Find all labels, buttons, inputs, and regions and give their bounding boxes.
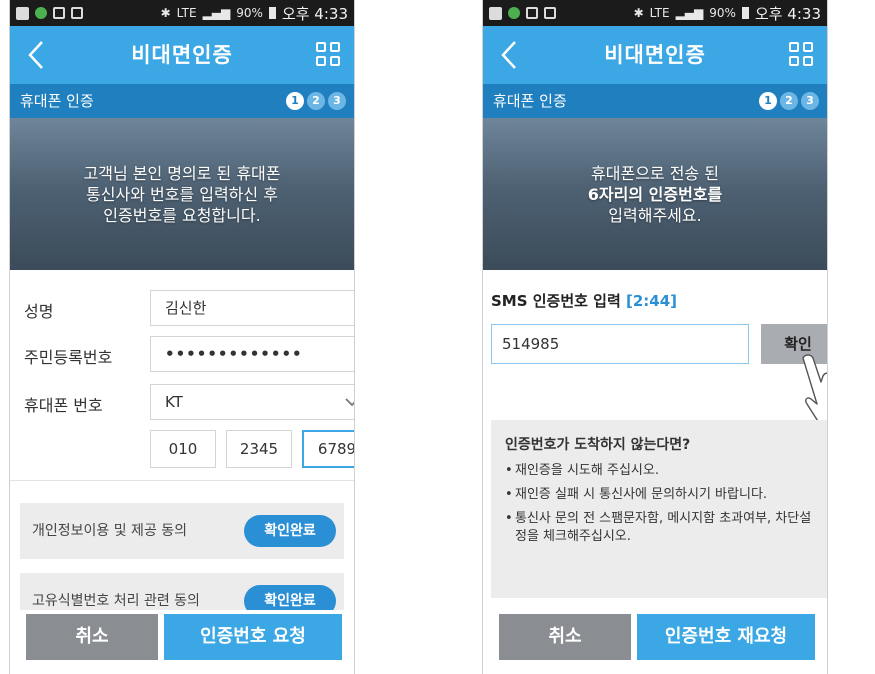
carrier-value: KT — [165, 393, 183, 411]
flipboard-icon — [71, 7, 83, 19]
menu-grid-icon[interactable] — [316, 42, 342, 68]
step-title: 휴대폰 인증 — [493, 92, 567, 110]
sms-label-text: SMS 인증번호 입력 — [491, 292, 621, 310]
cancel-button[interactable]: 취소 — [26, 614, 158, 660]
agreement-confirm-button[interactable]: 확인완료 — [244, 515, 336, 547]
notice-title: 인증번호가 도착하지 않는다면? — [505, 437, 691, 453]
name-input[interactable]: 김신한 — [150, 290, 354, 326]
bullet-icon: • — [505, 511, 513, 526]
step-2: 2 — [780, 92, 798, 110]
flipboard-icon — [544, 7, 556, 19]
notice-item: • 재인증 실패 시 통신사에 문의하시기 바랍니다. — [505, 486, 821, 504]
rrn-row: 주민등록번호 ••••••••••••• — [10, 336, 354, 372]
lte-indicator: LTE — [649, 6, 670, 20]
step-2: 2 — [307, 92, 325, 110]
step-1: 1 — [286, 92, 304, 110]
chevron-down-icon — [345, 398, 354, 407]
hero-line-3: 인증번호를 요청합니다. — [103, 205, 261, 225]
gallery-icon — [526, 7, 538, 19]
bottom-action-bar: 취소 인증번호 요청 — [10, 610, 354, 674]
carrier-select[interactable]: KT — [150, 384, 354, 420]
notification-icon — [16, 6, 29, 20]
cancel-button[interactable]: 취소 — [499, 614, 631, 660]
phone-number-row: 010 2345 6789 — [10, 430, 354, 468]
app-status-icon — [35, 7, 47, 19]
sms-code-label: SMS 인증번호 입력 [2:44] — [491, 290, 677, 311]
sms-timer: [2:44] — [626, 292, 678, 310]
request-code-button[interactable]: 인증번호 요청 — [164, 614, 342, 660]
step-title: 휴대폰 인증 — [20, 92, 94, 110]
status-bar: ✱ LTE ▂▄▆ 90% 오후 4:33 — [483, 0, 827, 26]
step-3: 3 — [801, 92, 819, 110]
signal-icon: ▂▄▆ — [202, 6, 231, 20]
notice-box: 인증번호가 도착하지 않는다면? • 재인증을 시도해 주십시오. • 재인증 … — [491, 420, 827, 598]
app-bar: 비대면인증 — [483, 26, 827, 84]
phone-part-2[interactable]: 2345 — [226, 430, 292, 468]
agreement-row: 개인정보이용 및 제공 동의 확인완료 — [20, 503, 344, 559]
step-bar: 휴대폰 인증 1 2 3 — [10, 84, 354, 118]
agreement-label: 개인정보이용 및 제공 동의 — [32, 523, 188, 539]
step-1: 1 — [759, 92, 777, 110]
notice-item-text: 재인증을 시도해 주십시오. — [515, 463, 659, 478]
battery-percent: 90% — [709, 6, 736, 20]
agreement-list: 개인정보이용 및 제공 동의 확인완료 고유식별번호 처리 관련 동의 확인완료 — [10, 480, 354, 629]
phone-screen-right: ✱ LTE ▂▄▆ 90% 오후 4:33 비대면인증 휴대폰 인증 1 2 3… — [482, 0, 828, 674]
app-bar: 비대면인증 — [10, 26, 354, 84]
gallery-icon — [53, 7, 65, 19]
app-title: 비대면인증 — [604, 43, 706, 67]
phone-row: 휴대폰 번호 KT — [10, 384, 354, 420]
rrn-label: 주민등록번호 — [24, 348, 113, 367]
rrn-input[interactable]: ••••••••••••• — [150, 336, 354, 372]
signal-icon: ▂▄▆ — [675, 6, 704, 20]
step-bar: 휴대폰 인증 1 2 3 — [483, 84, 827, 118]
notice-item-text: 재인증 실패 시 통신사에 문의하시기 바랍니다. — [515, 487, 768, 502]
hero-line-1: 고객님 본인 명의로 된 휴대폰 — [83, 163, 281, 183]
app-status-icon — [508, 7, 520, 19]
hero-banner: 휴대폰으로 전송 된 6자리의 인증번호를 입력해주세요. — [483, 118, 827, 270]
hero-line-2: 6자리의 인증번호를 — [587, 184, 723, 204]
bullet-icon: • — [505, 487, 513, 502]
step-indicator: 1 2 3 — [286, 92, 346, 110]
app-title: 비대면인증 — [131, 43, 233, 67]
battery-percent: 90% — [236, 6, 263, 20]
hero-line-3: 입력해주세요. — [608, 205, 702, 225]
name-label: 성명 — [24, 302, 54, 321]
name-row: 성명 김신한 — [10, 290, 354, 326]
bluetooth-icon: ✱ — [633, 6, 644, 20]
notice-item: • 통신사 문의 전 스팸문자함, 메시지함 초과여부, 차단설정을 체크해주십… — [505, 510, 821, 546]
phone-part-3[interactable]: 6789 — [302, 430, 354, 468]
battery-icon — [741, 7, 749, 19]
bluetooth-icon: ✱ — [160, 6, 171, 20]
notice-item-text: 통신사 문의 전 스팸문자함, 메시지함 초과여부, 차단설정을 체크해주십시오… — [515, 511, 812, 544]
menu-grid-icon[interactable] — [789, 42, 815, 68]
bottom-action-bar: 취소 인증번호 재요청 — [483, 610, 827, 674]
resend-code-button[interactable]: 인증번호 재요청 — [637, 614, 815, 660]
sms-code-input[interactable]: 514985 — [491, 324, 749, 364]
hero-banner: 고객님 본인 명의로 된 휴대폰 통신사와 번호를 입력하신 후 인증번호를 요… — [10, 118, 354, 270]
phone-label: 휴대폰 번호 — [24, 396, 103, 415]
status-time: 오후 4:33 — [281, 4, 348, 23]
status-bar: ✱ LTE ▂▄▆ 90% 오후 4:33 — [10, 0, 354, 26]
battery-icon — [268, 7, 276, 19]
step-indicator: 1 2 3 — [759, 92, 819, 110]
status-time: 오후 4:33 — [754, 4, 821, 23]
pointing-hand-icon — [802, 354, 827, 430]
identity-form: 성명 김신한 주민등록번호 ••••••••••••• 휴대폰 번호 KT 01… — [10, 270, 354, 480]
hero-line-1: 휴대폰으로 전송 된 — [591, 163, 719, 183]
sms-verification-section: SMS 인증번호 입력 [2:44] 514985 확인 인증번호가 도착하지 … — [483, 270, 827, 610]
hero-line-2: 통신사와 번호를 입력하신 후 — [86, 184, 278, 204]
notification-icon — [489, 6, 502, 20]
notice-item: • 재인증을 시도해 주십시오. — [505, 462, 821, 480]
lte-indicator: LTE — [176, 6, 197, 20]
phone-part-1[interactable]: 010 — [150, 430, 216, 468]
phone-screen-left: ✱ LTE ▂▄▆ 90% 오후 4:33 비대면인증 휴대폰 인증 1 2 3… — [9, 0, 355, 674]
step-3: 3 — [328, 92, 346, 110]
bullet-icon: • — [505, 463, 513, 478]
